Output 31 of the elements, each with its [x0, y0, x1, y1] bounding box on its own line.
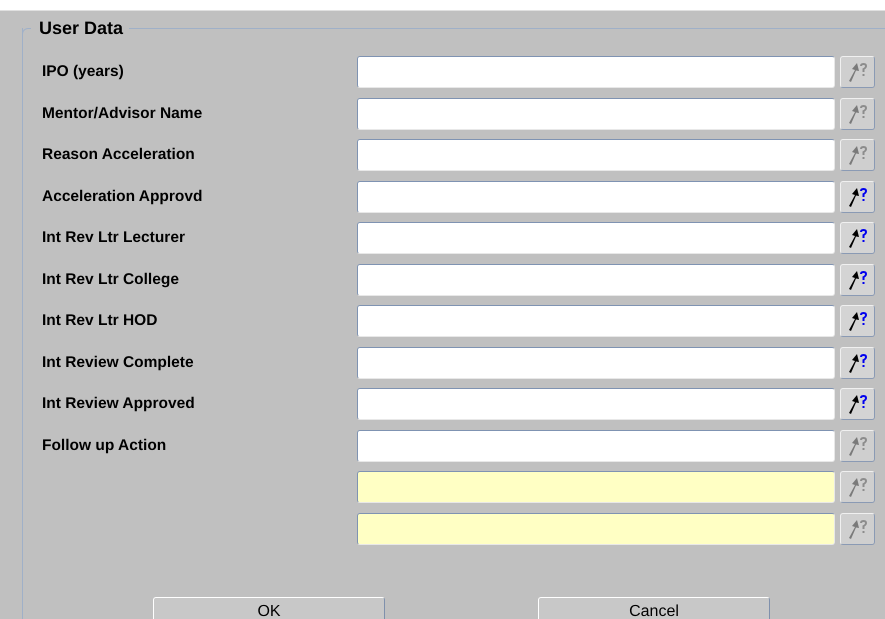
cancel-button[interactable]: Cancel	[538, 596, 770, 619]
text-field[interactable]	[357, 346, 835, 378]
text-field[interactable]	[357, 471, 835, 503]
text-field[interactable]	[357, 512, 835, 544]
text-field[interactable]	[357, 98, 835, 130]
list-of-values-button[interactable]	[840, 346, 875, 378]
text-field[interactable]	[357, 56, 835, 88]
text-field[interactable]	[357, 139, 835, 171]
text-field[interactable]	[357, 305, 835, 337]
field-label: Mentor/Advisor Name	[42, 104, 202, 122]
field-label: Int Rev Ltr Lecturer	[42, 229, 185, 246]
text-field[interactable]	[357, 430, 835, 462]
list-of-values-button[interactable]	[840, 388, 875, 420]
field-label: Int Review Complete	[42, 354, 194, 370]
group-title: User Data	[38, 18, 124, 38]
list-of-values-button[interactable]	[840, 222, 875, 254]
field-label: Int Rev Ltr HOD	[42, 312, 158, 329]
ok-button[interactable]: OK	[153, 596, 385, 619]
field-label: Reason Acceleration	[42, 146, 195, 163]
field-label: Int Review Approved	[42, 395, 195, 412]
text-field[interactable]	[357, 180, 835, 212]
field-label: IPO (years)	[42, 63, 124, 80]
text-field[interactable]	[357, 388, 835, 420]
field-label: Follow up Action	[42, 436, 166, 454]
list-of-values-button[interactable]	[840, 180, 875, 212]
field-label: Acceleration Approvd	[42, 188, 202, 204]
list-of-values-button[interactable]	[840, 264, 875, 296]
list-of-values-button[interactable]	[840, 305, 875, 337]
text-field[interactable]	[357, 264, 835, 296]
text-field[interactable]	[357, 222, 835, 254]
field-label: Int Rev Ltr College	[42, 270, 179, 288]
